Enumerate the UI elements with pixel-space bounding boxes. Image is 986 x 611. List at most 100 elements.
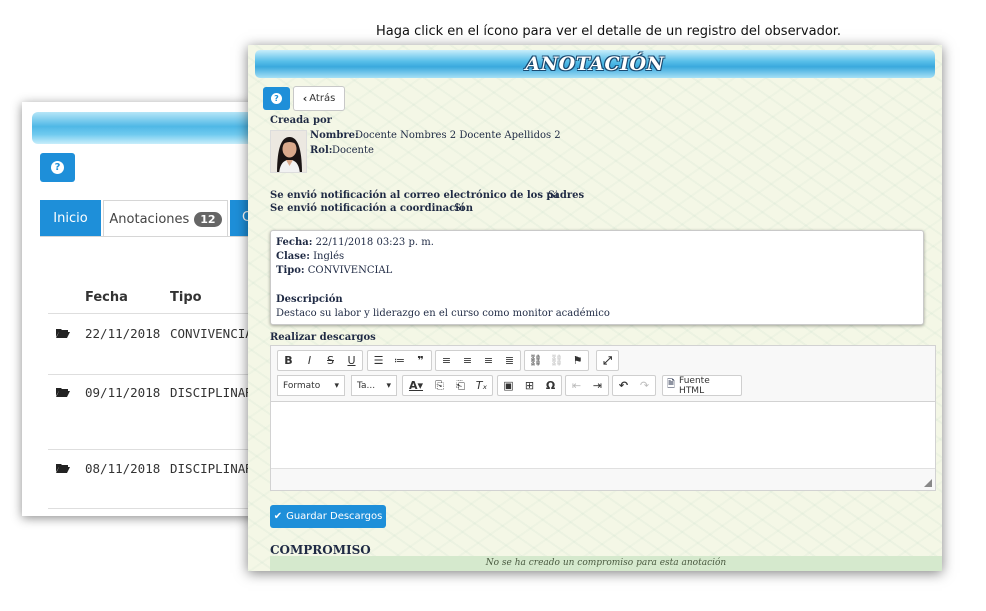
tab-anotaciones-label: Anotaciones	[109, 211, 190, 227]
align-right-icon[interactable]: ≡	[478, 351, 499, 370]
row-divider	[48, 374, 272, 375]
help-button[interactable]: ?	[263, 87, 290, 110]
folder-open-icon[interactable]	[56, 328, 70, 338]
align-left-icon[interactable]: ≡	[436, 351, 457, 370]
compromiso-empty-message: No se ha creado un compromiso para esta …	[270, 556, 942, 571]
indent-icon[interactable]: ⇥	[587, 376, 608, 395]
paste-icon[interactable]: ⎘	[429, 376, 450, 395]
page-title: ANOTACIÓN	[525, 53, 665, 75]
observer-list-panel: ? Inicio Anotaciones 12 C Fecha Tipo 22/…	[22, 102, 272, 516]
editor-toolbar: B I S U ☰ ≔ ❞ ≡ ≡ ≡ ≣ ⛓ ⛓ ⚑ ⤢ Formato ▾ …	[271, 346, 935, 402]
row-fecha: 08/11/2018	[85, 461, 161, 476]
table-row: 22/11/2018 CONVIVENCIAL	[48, 322, 272, 352]
caret-down-icon: ▾	[334, 380, 339, 391]
detail-tipo: Tipo: CONVIVENCIAL	[276, 265, 392, 276]
unlink-icon[interactable]: ⛓	[546, 351, 567, 370]
notif-coord-value: Si	[454, 203, 465, 214]
row-fecha: 22/11/2018	[85, 326, 161, 341]
special-char-icon[interactable]: Ω	[540, 376, 561, 395]
maximize-icon[interactable]: ⤢	[597, 351, 618, 370]
avatar-photo-icon	[271, 131, 306, 172]
size-select[interactable]: Ta... ▾	[351, 375, 397, 396]
save-descargos-button[interactable]: ✔ Guardar Descargos	[270, 505, 386, 528]
column-header-tipo: Tipo	[170, 290, 202, 305]
folder-open-icon[interactable]	[56, 387, 70, 397]
row-divider	[48, 313, 272, 314]
text-color-icon[interactable]: A▾	[403, 376, 429, 395]
table-row: 09/11/2018 DISCIPLINARIO	[48, 381, 272, 411]
notif-padres-label: Se envió notificación al correo electrón…	[270, 190, 585, 201]
align-justify-icon[interactable]: ≣	[499, 351, 520, 370]
created-by-label: Creada por	[270, 115, 332, 126]
question-icon: ?	[271, 93, 282, 104]
notif-coord-label: Se envió notificación a coordinación	[270, 203, 473, 214]
instruction-caption: Haga click en el ícono para ver el detal…	[376, 24, 842, 39]
title-bar: ANOTACIÓN	[255, 50, 935, 78]
nombre-value: Docente Nombres 2 Docente Apellidos 2	[355, 130, 561, 141]
blockquote-icon[interactable]: ❞	[410, 351, 431, 370]
align-center-icon[interactable]: ≡	[457, 351, 478, 370]
table-row: 08/11/2018 DISCIPLINARIO	[48, 457, 272, 487]
tab-divider	[40, 236, 272, 237]
rich-text-editor: B I S U ☰ ≔ ❞ ≡ ≡ ≡ ≣ ⛓ ⛓ ⚑ ⤢ Formato ▾ …	[270, 345, 936, 491]
compromiso-title: COMPROMISO	[270, 543, 371, 557]
link-icon[interactable]: ⛓	[525, 351, 546, 370]
image-icon[interactable]: ▣	[498, 376, 519, 395]
source-html-button[interactable]: 🗎 Fuente HTML	[662, 375, 742, 396]
format-select[interactable]: Formato ▾	[277, 375, 345, 396]
toolbar-group-links: ⛓ ⛓ ⚑	[524, 350, 589, 371]
tab-anotaciones[interactable]: Anotaciones 12	[103, 200, 228, 237]
source-document-icon: 🗎	[667, 379, 676, 390]
table-icon[interactable]: ⊞	[519, 376, 540, 395]
tab-inicio[interactable]: Inicio	[40, 200, 101, 237]
row-divider	[48, 449, 272, 450]
paste-text-icon[interactable]: ⎗	[450, 376, 471, 395]
toolbar-group-color: A▾ ⎘ ⎗ Tₓ	[402, 375, 493, 396]
help-button[interactable]: ?	[40, 153, 75, 182]
toolbar-group-insert: ▣ ⊞ Ω	[497, 375, 562, 396]
editor-content-area[interactable]	[271, 403, 935, 469]
check-icon: ✔	[273, 511, 283, 522]
caret-down-icon: ▾	[386, 380, 391, 391]
strike-icon[interactable]: S	[320, 351, 341, 370]
resize-handle-icon[interactable]	[924, 479, 932, 487]
undo-icon[interactable]: ↶	[613, 376, 634, 395]
bold-icon[interactable]: B	[278, 351, 299, 370]
anchor-flag-icon[interactable]: ⚑	[567, 351, 588, 370]
nombre-label: Nombre:	[310, 130, 359, 141]
underline-icon[interactable]: U	[341, 351, 362, 370]
descripcion-label-text: Descripción	[276, 294, 343, 305]
clase-label: Clase:	[276, 251, 310, 262]
column-header-fecha: Fecha	[85, 290, 128, 305]
anotacion-detail-panel: ANOTACIÓN ? ‹ Atrás Creada por Nombre: D…	[248, 45, 942, 571]
fecha-value: 22/11/2018 03:23 p. m.	[315, 237, 434, 248]
numbered-list-icon[interactable]: ≔	[389, 351, 410, 370]
toolbar-group-maximize: ⤢	[596, 350, 619, 371]
tipo-label: Tipo:	[276, 265, 305, 276]
folder-open-icon[interactable]	[56, 463, 70, 473]
descripcion-value: Destaco su labor y liderazgo en el curso…	[276, 308, 610, 319]
clase-value: Inglés	[313, 251, 345, 262]
bulleted-list-icon[interactable]: ☰	[368, 351, 389, 370]
avatar	[270, 130, 307, 173]
editor-status-bar	[271, 468, 935, 490]
redo-icon[interactable]: ↷	[634, 376, 655, 395]
detail-fecha: Fecha: 22/11/2018 03:23 p. m.	[276, 237, 434, 248]
chevron-left-icon: ‹	[302, 92, 308, 105]
toolbar-group-align: ≡ ≡ ≡ ≣	[435, 350, 521, 371]
back-button[interactable]: ‹ Atrás	[293, 86, 345, 111]
rol-value: Docente	[332, 145, 374, 156]
format-select-label: Formato	[283, 380, 321, 391]
row-tipo: CONVIVENCIAL	[170, 326, 261, 341]
toolbar-group-basic: B I S U	[277, 350, 363, 371]
panel-header-bar	[32, 112, 272, 144]
toolbar-group-lists: ☰ ≔ ❞	[367, 350, 432, 371]
remove-format-icon[interactable]: Tₓ	[471, 376, 492, 395]
anotacion-detail-box: Fecha: 22/11/2018 03:23 p. m. Clase: Ing…	[270, 230, 924, 325]
back-button-label: Atrás	[309, 93, 336, 104]
descargos-label: Realizar descargos	[270, 332, 376, 343]
toolbar-group-history: ↶ ↷	[612, 375, 656, 396]
rol-label: Rol:	[310, 145, 333, 156]
outdent-icon[interactable]: ⇤	[566, 376, 587, 395]
italic-icon[interactable]: I	[299, 351, 320, 370]
